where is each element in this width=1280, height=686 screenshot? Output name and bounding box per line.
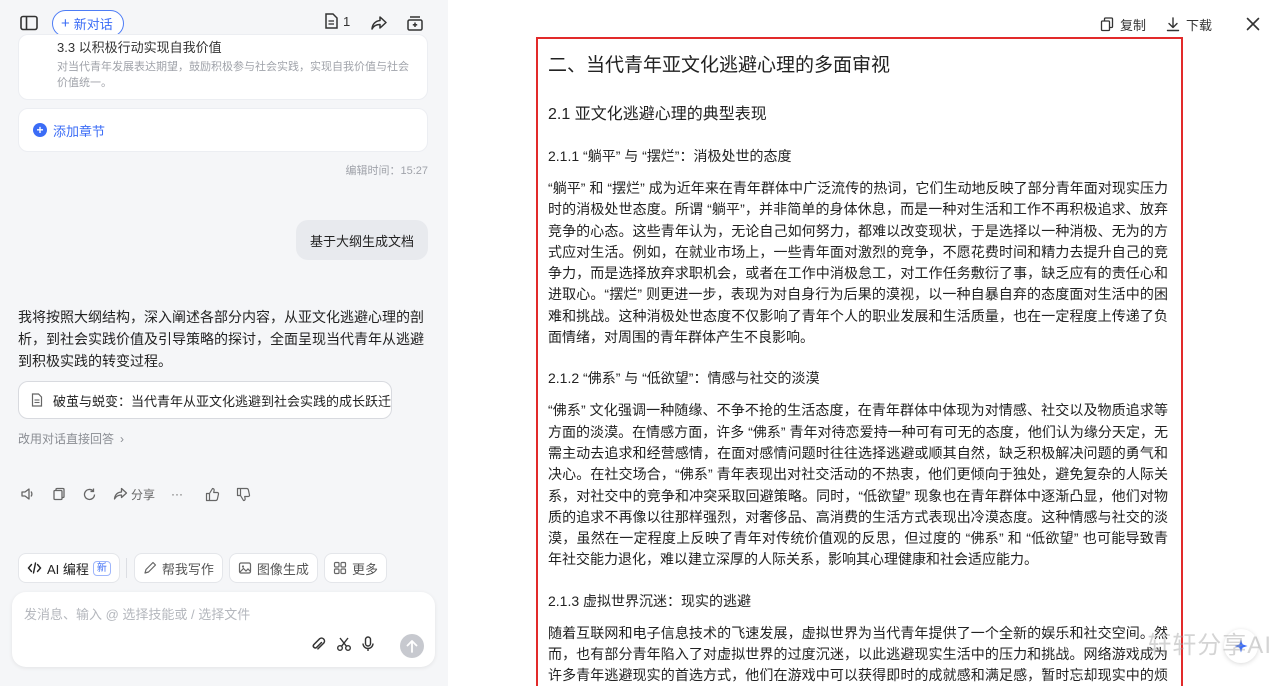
add-section-button[interactable]: + 添加章节 (18, 108, 428, 152)
close-icon[interactable] (1246, 17, 1260, 31)
new-badge: 新 (92, 560, 111, 576)
edit-time: 编辑时间：15:27 (345, 165, 428, 177)
ai-coding-label: AI 编程 (47, 561, 89, 577)
highlight-frame (536, 37, 1183, 686)
download-icon (1166, 16, 1180, 31)
copy-label: 复制 (1119, 17, 1146, 33)
section-title: 3.3 以积极行动实现自我价值 (57, 40, 222, 55)
image-icon (238, 561, 252, 575)
share-label: 分享 (131, 487, 156, 502)
add-section-label: 添加章节 (53, 123, 106, 139)
section-description: 对当代青年发展表达期望，鼓励积极参与社会实践，实现自我价值与社会价值统一。 (57, 61, 409, 89)
switch-to-chat-link[interactable]: 改用对话直接回答 › (18, 430, 124, 447)
assistant-message: 我将按照大纲结构，深入阐述各部分内容，从亚文化逃避心理的剖析，到社会实践价值及引… (18, 309, 424, 369)
writing-label: 帮我写作 (161, 561, 214, 577)
composer-placeholder[interactable]: 发消息、输入 @ 选择技能或 / 选择文件 (24, 604, 250, 623)
download-label: 下载 (1185, 17, 1212, 33)
watermark: 轩轩分享AI (1147, 632, 1272, 659)
generated-document-chip[interactable]: 破茧与蜕变：当代青年从亚文化逃避到社会实践的成长跃迁 (18, 381, 392, 419)
outline-section-card[interactable]: 3.3 以积极行动实现自我价值 对当代青年发展表达期望，鼓励积极参与社会实践，实… (18, 34, 428, 100)
grid-icon (333, 561, 347, 575)
document-count-button[interactable]: 1 (324, 13, 350, 29)
skills-bar: AI 编程 新 帮我写作 图像生成 更多 (18, 553, 393, 583)
document-toolbar: 复制 下载 (1080, 14, 1260, 34)
thumbs-up-icon[interactable] (205, 487, 220, 502)
share-arrow-icon (113, 487, 128, 500)
image-gen-label: 图像生成 (256, 561, 309, 577)
copy-document-button[interactable]: 复制 (1100, 15, 1146, 34)
download-button[interactable]: 下载 (1166, 15, 1212, 34)
more-actions-button[interactable]: ··· (171, 487, 183, 501)
share-icon[interactable] (368, 12, 390, 34)
plus-circle-icon: + (33, 123, 47, 137)
document-chip-label: 破茧与蜕变：当代青年从亚文化逃避到社会实践的成长跃迁 (53, 393, 392, 409)
document-icon (325, 13, 338, 29)
ai-coding-button[interactable]: AI 编程 新 (18, 553, 120, 583)
user-message: 基于大纲生成文档 (295, 220, 428, 260)
plus-icon: + (61, 15, 70, 32)
pen-icon (143, 561, 157, 575)
new-chat-label: 新对话 (73, 17, 113, 32)
copy-icon[interactable] (52, 487, 66, 501)
more-dots: ··· (171, 487, 184, 501)
copy-icon (1100, 16, 1114, 31)
more-skills-label: 更多 (351, 561, 378, 577)
file-icon (31, 393, 43, 407)
chat-panel: + 新对话 1 3.3 以积极行动实现自我价值 对当代青年发展表达期望，鼓励积极… (0, 0, 448, 686)
microphone-icon[interactable] (361, 636, 375, 652)
document-panel: 复制 下载 二、当代青年亚文化逃避心理的多面审视 2.1 亚文化逃避心理的典型表… (448, 0, 1280, 686)
chevron-right-icon: › (120, 431, 125, 446)
document-count: 1 (343, 13, 351, 29)
code-icon (27, 561, 42, 575)
image-gen-button[interactable]: 图像生成 (228, 553, 318, 583)
archive-icon[interactable] (404, 12, 426, 34)
message-composer[interactable]: 发消息、输入 @ 选择技能或 / 选择文件 (12, 592, 435, 667)
thumbs-down-icon[interactable] (236, 487, 251, 502)
writing-button[interactable]: 帮我写作 (133, 553, 223, 583)
regenerate-icon[interactable] (82, 487, 97, 502)
message-actions: 分享 ··· (20, 484, 267, 504)
share-message-button[interactable]: 分享 (113, 486, 155, 503)
sidebar-toggle-icon[interactable] (18, 12, 40, 34)
switch-link-label: 改用对话直接回答 (18, 432, 115, 446)
divider (125, 558, 127, 578)
read-aloud-icon[interactable] (20, 487, 36, 501)
more-skills-button[interactable]: 更多 (323, 553, 387, 583)
scissors-icon[interactable] (336, 636, 352, 652)
new-chat-button[interactable]: + 新对话 (52, 10, 124, 37)
arrow-up-icon (406, 639, 418, 653)
attachment-icon[interactable] (310, 636, 326, 652)
send-button[interactable] (400, 634, 424, 658)
